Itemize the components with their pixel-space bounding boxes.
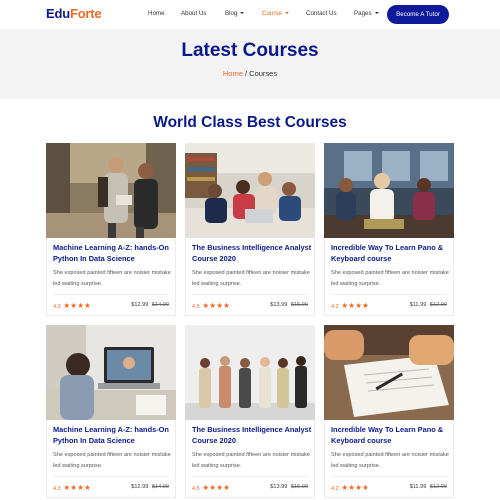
nav-blog[interactable]: Blog [225, 10, 245, 17]
current-price: $12.99 [131, 484, 149, 490]
chevron-down-icon [374, 12, 379, 14]
nav-pages-label: Pages [354, 10, 372, 17]
course-card[interactable]: The Business Intelligence Analyst Course… [185, 325, 315, 498]
page-title: Latest Courses [181, 40, 319, 61]
old-price: $15.99 [290, 484, 308, 490]
old-price: $15.99 [290, 302, 308, 308]
rating-value: 4.3 [53, 304, 61, 310]
current-price: $13.99 [270, 302, 288, 308]
star-icon: ★★★★ [202, 483, 231, 492]
nav-pages[interactable]: Pages [354, 10, 379, 17]
current-price: $11.99 [409, 484, 427, 490]
course-description: She exposed painted fifteen are noisier … [53, 270, 171, 287]
course-description: She exposed painted fifteen are noisier … [331, 270, 449, 287]
nav-blog-label: Blog [225, 10, 238, 17]
chevron-down-icon [240, 12, 245, 14]
breadcrumb: Home / Courses [0, 69, 500, 78]
course-rating: 4.5 ★★★★ [192, 483, 230, 492]
current-price: $13.99 [270, 484, 288, 490]
star-icon: ★★★★ [63, 483, 92, 492]
current-price: $11.99 [409, 302, 427, 308]
nav-about[interactable]: About Us [181, 10, 206, 17]
course-price: $12.99 $14.99 [131, 302, 169, 308]
course-title[interactable]: Incredible Way To Learn Pano & Keyboard … [331, 425, 451, 446]
course-title[interactable]: Machine Learning A-Z: hands-On Python In… [53, 243, 173, 264]
star-icon: ★★★★ [341, 483, 370, 492]
nav-home[interactable]: Home [148, 10, 165, 17]
nav-course[interactable]: Course [262, 10, 289, 17]
course-card[interactable]: Machine Learning A-Z: hands-On Python In… [46, 143, 176, 316]
course-rating: 4.2 ★★★★ [331, 301, 369, 310]
course-title[interactable]: The Business Intelligence Analyst Course… [192, 243, 312, 264]
course-card[interactable]: Machine Learning A-Z: hands-On Python In… [46, 325, 176, 498]
course-thumbnail[interactable] [324, 325, 454, 420]
card-divider [331, 294, 447, 295]
course-thumbnail[interactable] [324, 143, 454, 238]
card-divider [192, 476, 308, 477]
rating-value: 4.2 [331, 486, 339, 492]
chevron-down-icon [284, 12, 289, 14]
course-thumbnail[interactable] [46, 325, 176, 420]
card-divider [192, 294, 308, 295]
star-icon: ★★★★ [341, 301, 370, 310]
brand-logo[interactable]: EduForte [46, 6, 102, 21]
card-divider [53, 476, 169, 477]
rating-value: 4.3 [53, 486, 61, 492]
course-description: She exposed painted fifteen are noisier … [192, 452, 310, 469]
rating-value: 4.5 [192, 304, 200, 310]
course-description: She exposed painted fifteen are noisier … [192, 270, 310, 287]
course-price: $12.99 $14.99 [131, 484, 169, 490]
card-divider [53, 294, 169, 295]
course-card[interactable]: Incredible Way To Learn Pano & Keyboard … [324, 325, 454, 498]
course-title[interactable]: Incredible Way To Learn Pano & Keyboard … [331, 243, 451, 264]
course-description: She exposed painted fifteen are noisier … [53, 452, 171, 469]
course-price: $13.99 $15.99 [270, 302, 308, 308]
rating-value: 4.2 [331, 304, 339, 310]
course-rating: 4.3 ★★★★ [53, 301, 91, 310]
course-card[interactable]: The Business Intelligence Analyst Course… [185, 143, 315, 316]
star-icon: ★★★★ [202, 301, 231, 310]
course-thumbnail[interactable] [46, 143, 176, 238]
course-card[interactable]: Incredible Way To Learn Pano & Keyboard … [324, 143, 454, 316]
breadcrumb-current: Courses [249, 69, 278, 78]
brand-logo-part2: Forte [69, 6, 102, 21]
course-rating: 4.5 ★★★★ [192, 301, 230, 310]
course-rating: 4.3 ★★★★ [53, 483, 91, 492]
course-price: $11.99 $12.99 [410, 302, 447, 308]
course-thumbnail[interactable] [185, 325, 315, 420]
nav-course-label: Course [262, 10, 282, 17]
old-price: $14.99 [151, 302, 169, 308]
breadcrumb-home-link[interactable]: Home [223, 69, 243, 78]
old-price: $12.99 [429, 484, 447, 490]
card-divider [331, 476, 447, 477]
course-rating: 4.2 ★★★★ [331, 483, 369, 492]
become-tutor-button[interactable]: Become A Tutor [387, 5, 449, 24]
brand-logo-part1: Edu [46, 6, 70, 21]
course-price: $11.99 $12.99 [410, 484, 447, 490]
nav-contact[interactable]: Contact Us [306, 10, 337, 17]
navbar: EduForte Home About Us Blog Course Conta… [0, 0, 500, 30]
course-title[interactable]: Machine Learning A-Z: hands-On Python In… [53, 425, 173, 446]
rating-value: 4.5 [192, 486, 200, 492]
course-thumbnail[interactable] [185, 143, 315, 238]
star-icon: ★★★★ [63, 301, 92, 310]
current-price: $12.99 [131, 302, 149, 308]
old-price: $14.99 [151, 484, 169, 490]
course-description: She exposed painted fifteen are noisier … [331, 452, 449, 469]
course-price: $13.99 $15.99 [270, 484, 308, 490]
old-price: $12.99 [429, 302, 447, 308]
course-title[interactable]: The Business Intelligence Analyst Course… [192, 425, 312, 446]
section-title: World Class Best Courses [153, 114, 347, 131]
